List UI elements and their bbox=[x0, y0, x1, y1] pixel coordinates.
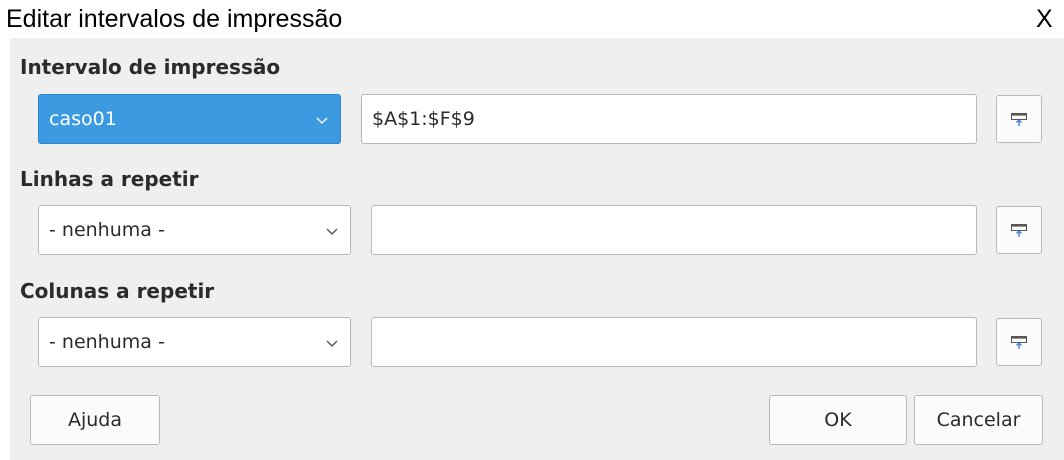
print-range-input[interactable] bbox=[362, 95, 976, 143]
columns-to-repeat-input[interactable] bbox=[372, 318, 976, 366]
rows-to-repeat-combo-value: - nenhuma - bbox=[49, 219, 165, 241]
print-range-shrink-button[interactable] bbox=[996, 95, 1042, 143]
print-range-combo[interactable]: caso01 bbox=[38, 94, 341, 144]
help-button[interactable]: Ajuda bbox=[30, 395, 160, 445]
columns-to-repeat-combo[interactable]: - nenhuma - bbox=[38, 317, 351, 367]
columns-to-repeat-field[interactable] bbox=[371, 317, 977, 367]
columns-to-repeat-shrink-button[interactable] bbox=[996, 318, 1042, 366]
chevron-down-icon bbox=[326, 228, 338, 235]
window-title: Editar intervalos de impressão bbox=[6, 5, 343, 33]
rows-to-repeat-shrink-button[interactable] bbox=[996, 206, 1042, 254]
print-range-label: Intervalo de impressão bbox=[20, 55, 281, 79]
rows-to-repeat-combo[interactable]: - nenhuma - bbox=[38, 205, 351, 255]
rows-to-repeat-field[interactable] bbox=[371, 205, 977, 255]
chevron-down-icon bbox=[316, 117, 328, 124]
rows-to-repeat-input[interactable] bbox=[372, 206, 976, 254]
shrink-icon bbox=[1011, 113, 1027, 126]
rows-to-repeat-label: Linhas a repetir bbox=[20, 167, 199, 191]
columns-to-repeat-combo-value: - nenhuma - bbox=[49, 331, 165, 353]
chevron-down-icon bbox=[326, 340, 338, 347]
title-bar: Editar intervalos de impressão X bbox=[0, 0, 1064, 38]
columns-to-repeat-label: Colunas a repetir bbox=[20, 279, 215, 303]
print-range-field[interactable] bbox=[361, 94, 977, 144]
print-range-combo-value: caso01 bbox=[49, 108, 117, 130]
dialog-body: Intervalo de impressão caso01 Linhas a r… bbox=[10, 38, 1064, 460]
shrink-icon bbox=[1011, 224, 1027, 237]
close-button[interactable]: X bbox=[1036, 4, 1060, 34]
ok-button[interactable]: OK bbox=[769, 395, 907, 445]
cancel-button[interactable]: Cancelar bbox=[914, 395, 1043, 445]
shrink-icon bbox=[1011, 336, 1027, 349]
